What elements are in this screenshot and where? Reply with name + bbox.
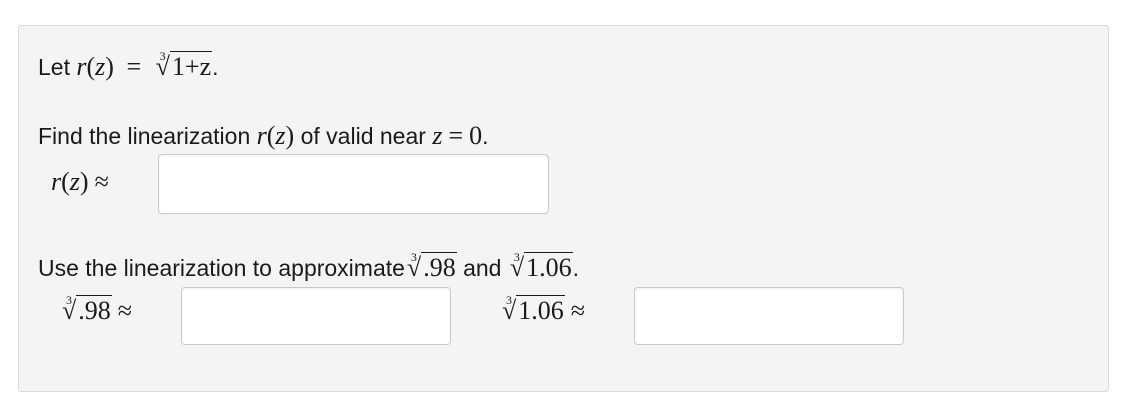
task2-root-a: 3 √.98 — [406, 250, 457, 282]
task2-line: Use the linearization to approximate 3 √.9… — [38, 250, 580, 282]
intro-prefix: Let — [38, 54, 70, 80]
task1-function: r(z) — [256, 121, 295, 150]
linearization-answer-input[interactable] — [158, 154, 549, 214]
task2-conj: and — [463, 255, 502, 281]
field3-label: 3 √1.06 ≈ — [502, 293, 586, 325]
intro-function: r(z) = 3 √1+z — [76, 49, 213, 81]
question-panel: Let r(z) = 3 √1+z. Find the linearization… — [18, 25, 1109, 392]
task1-middle: of valid near — [300, 123, 426, 149]
cube-root-106-input[interactable] — [634, 287, 904, 345]
task2-root-b: 3 √1.06 — [509, 250, 573, 282]
field1-label: r(z) ≈ — [51, 167, 109, 196]
task1-line: Find the linearization r(z) of valid nea… — [38, 121, 489, 150]
task1-condition: z = 0 — [432, 121, 483, 150]
field2-label: 3 √.98 ≈ — [62, 293, 133, 325]
cube-root-expression: 3 √1+z — [155, 49, 213, 81]
intro-line: Let r(z) = 3 √1+z. — [38, 49, 219, 81]
task2-text: Use the linearization to approximate — [38, 255, 405, 281]
cube-root-098-input[interactable] — [181, 287, 451, 345]
task1-text: Find the linearization — [38, 123, 251, 149]
